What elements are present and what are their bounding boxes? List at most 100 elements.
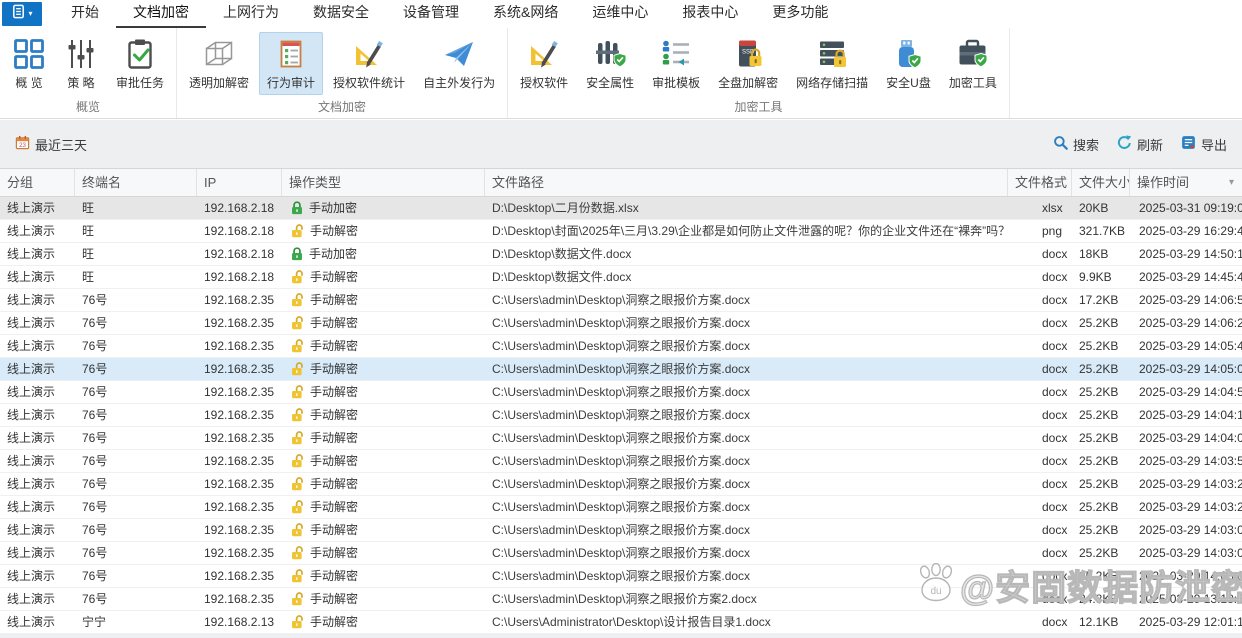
menu-tab-doc-encryption[interactable]: 文档加密 bbox=[116, 0, 206, 28]
table-row[interactable]: 线上演示 76号 192.168.2.35 手动解密 C:\Users\admin\De… bbox=[0, 450, 1242, 473]
table-row[interactable]: 线上演示 76号 192.168.2.35 手动解密 C:\Users\admin\De… bbox=[0, 358, 1242, 381]
column-header-ip[interactable]: IP bbox=[197, 169, 282, 196]
menu-tab-web-behavior[interactable]: 上网行为 bbox=[206, 0, 296, 28]
cell-file-path: D:\Desktop\二月份数据.xlsx bbox=[492, 201, 639, 215]
cell-file-size: 25.2KB bbox=[1079, 546, 1119, 560]
menu-tab-data-security[interactable]: 数据安全 bbox=[296, 0, 386, 28]
cell-op-type: 手动解密 bbox=[282, 335, 485, 357]
cell-op-type: 手动解密 bbox=[282, 404, 485, 426]
ribbon-button-security-attributes[interactable]: 安全属性 bbox=[578, 32, 642, 95]
column-header-file-path[interactable]: 文件路径 bbox=[485, 169, 1008, 196]
table-row[interactable]: 线上演示 76号 192.168.2.35 手动解密 C:\Users\admin\De… bbox=[0, 565, 1242, 588]
ribbon-button-authorized-software-stats[interactable]: 授权软件统计 bbox=[325, 32, 413, 95]
cell-file-size: 12.1KB bbox=[1079, 615, 1119, 629]
cell-ip: 192.168.2.35 bbox=[204, 500, 275, 514]
table-row[interactable]: 线上演示 76号 192.168.2.35 手动解密 C:\Users\admin\De… bbox=[0, 289, 1242, 312]
lock-open-icon bbox=[291, 385, 304, 399]
table-row[interactable]: 线上演示 旺 192.168.2.18 手动加密 D:\Desktop\数据文件.doc… bbox=[0, 243, 1242, 266]
ribbon-button-approval-template[interactable]: 审批模板 bbox=[644, 32, 708, 95]
search-button[interactable]: 搜索 bbox=[1053, 135, 1099, 154]
table-row[interactable]: 线上演示 76号 192.168.2.35 手动解密 C:\Users\admin\De… bbox=[0, 404, 1242, 427]
cell-file-path: C:\Users\admin\Desktop\洞察之眼报价方案.docx bbox=[492, 362, 751, 376]
cell-ip: 192.168.2.18 bbox=[204, 224, 275, 238]
table-row[interactable]: 线上演示 76号 192.168.2.35 手动解密 C:\Users\admin\De… bbox=[0, 473, 1242, 496]
cell-ip: 192.168.2.18 bbox=[204, 270, 275, 284]
cell-file-path: C:\Users\admin\Desktop\洞察之眼报价方案2.docx bbox=[492, 592, 757, 606]
menu-tab-system-network[interactable]: 系统&网络 bbox=[476, 0, 575, 28]
table-row[interactable]: 线上演示 76号 192.168.2.35 手动解密 C:\Users\admin\De… bbox=[0, 496, 1242, 519]
ribbon-button-full-disk-encryption[interactable]: SSD 全盘加解密 bbox=[710, 32, 786, 95]
table-row[interactable]: 线上演示 旺 192.168.2.18 手动解密 D:\Desktop\封面\2025年… bbox=[0, 220, 1242, 243]
cube-icon bbox=[202, 37, 236, 71]
cell-op-type: 手动解密 bbox=[282, 427, 485, 449]
column-header-op-time[interactable]: 操作时间 ▾ bbox=[1130, 169, 1242, 196]
menu-tab-device-management[interactable]: 设备管理 bbox=[386, 0, 476, 28]
ribbon-button-behavior-audit[interactable]: 行为审计 bbox=[259, 32, 324, 95]
ribbon-button-transparent-encryption[interactable]: 透明加解密 bbox=[181, 32, 257, 95]
table-row[interactable]: 线上演示 76号 192.168.2.35 手动解密 C:\Users\admin\De… bbox=[0, 542, 1242, 565]
column-header-group[interactable]: 分组 bbox=[0, 169, 75, 196]
table-row[interactable]: 线上演示 旺 192.168.2.18 手动解密 D:\Desktop\数据文件.doc… bbox=[0, 266, 1242, 289]
cell-file-format: docx bbox=[1042, 270, 1068, 284]
cell-terminal: 76号 bbox=[82, 293, 108, 307]
ribbon-button-authorized-software[interactable]: 授权软件 bbox=[512, 32, 576, 95]
menu-tab-report-center[interactable]: 报表中心 bbox=[665, 0, 755, 28]
date-filter-button[interactable]: 23 最近三天 bbox=[15, 135, 87, 154]
cell-op-type: 手动解密 bbox=[282, 496, 485, 518]
table-row[interactable]: 线上演示 76号 192.168.2.35 手动解密 C:\Users\admin\De… bbox=[0, 588, 1242, 611]
export-button[interactable]: 导出 bbox=[1181, 135, 1227, 154]
menu-tab-home[interactable]: 开始 bbox=[54, 0, 116, 28]
ribbon-group-overview: 概 览 策 略 审批任务 概览 bbox=[0, 28, 178, 118]
ribbon-button-self-outgoing-behavior[interactable]: 自主外发行为 bbox=[415, 32, 503, 95]
table-row[interactable]: 线上演示 旺 192.168.2.18 手动加密 D:\Desktop\二月份数据.xl… bbox=[0, 197, 1242, 220]
cell-op-time: 2025-03-29 14:03:04 bbox=[1139, 546, 1242, 560]
cell-op-type: 手动解密 bbox=[282, 473, 485, 495]
cell-terminal: 旺 bbox=[82, 201, 95, 215]
cell-op-time: 2025-03-29 12:01:14 bbox=[1139, 615, 1242, 629]
ribbon-button-approval-tasks[interactable]: 审批任务 bbox=[108, 32, 172, 95]
ribbon-button-label: 加密工具 bbox=[948, 76, 997, 90]
menu-bar: ▾ 开始 文档加密 上网行为 数据安全 设备管理 系统&网络 运维中心 报表中心 更多功能 bbox=[0, 0, 1242, 28]
refresh-icon bbox=[1117, 135, 1132, 153]
app-logo-button[interactable]: ▾ bbox=[2, 2, 42, 26]
column-header-file-format[interactable]: 文件格式 bbox=[1008, 169, 1072, 196]
cell-file-format: docx bbox=[1042, 454, 1068, 468]
ribbon-button-secure-usb[interactable]: 安全U盘 bbox=[878, 32, 939, 95]
cell-op-type: 手动解密 bbox=[282, 312, 485, 334]
cell-file-size: 17.2KB bbox=[1079, 293, 1119, 307]
cell-terminal: 76号 bbox=[82, 339, 108, 353]
column-header-op-type[interactable]: 操作类型 bbox=[282, 169, 485, 196]
cell-op-time: 2025-03-29 14:04:06 bbox=[1139, 431, 1242, 445]
ribbon-button-network-storage-scan[interactable]: 网络存储扫描 bbox=[788, 32, 876, 95]
menu-tab-more-features[interactable]: 更多功能 bbox=[755, 0, 845, 28]
table-row[interactable]: 线上演示 宁宁 192.168.2.13 手动解密 C:\Users\Administr… bbox=[0, 611, 1242, 634]
table-row[interactable]: 线上演示 76号 192.168.2.35 手动解密 C:\Users\admin\De… bbox=[0, 312, 1242, 335]
table-row[interactable]: 线上演示 76号 192.168.2.35 手动解密 C:\Users\admin\De… bbox=[0, 427, 1242, 450]
refresh-button[interactable]: 刷新 bbox=[1117, 135, 1163, 154]
column-filter-caret-icon[interactable]: ▾ bbox=[1229, 169, 1234, 196]
cell-file-format: docx bbox=[1042, 569, 1068, 583]
export-icon bbox=[1181, 135, 1196, 153]
cell-ip: 192.168.2.18 bbox=[204, 201, 275, 215]
column-header-file-size[interactable]: 文件大小 bbox=[1072, 169, 1130, 196]
ribbon-button-encryption-tools[interactable]: 加密工具 bbox=[941, 32, 1005, 95]
export-label: 导出 bbox=[1200, 137, 1227, 153]
ribbon-button-label: 行为审计 bbox=[267, 76, 316, 90]
table-row[interactable]: 线上演示 76号 192.168.2.35 手动解密 C:\Users\admin\De… bbox=[0, 381, 1242, 404]
column-header-terminal[interactable]: 终端名 bbox=[75, 169, 197, 196]
cell-op-type: 手动解密 bbox=[282, 519, 485, 541]
paper-plane-icon bbox=[442, 37, 476, 71]
cell-group: 线上演示 bbox=[7, 569, 56, 583]
table-row[interactable]: 线上演示 76号 192.168.2.35 手动解密 C:\Users\admin\De… bbox=[0, 335, 1242, 358]
cell-file-path: C:\Users\admin\Desktop\洞察之眼报价方案.docx bbox=[492, 523, 751, 537]
lock-open-icon bbox=[291, 477, 304, 491]
menu-tab-ops-center[interactable]: 运维中心 bbox=[575, 0, 665, 28]
cell-file-format: docx bbox=[1042, 477, 1068, 491]
table-row[interactable]: 线上演示 76号 192.168.2.35 手动解密 C:\Users\admin\De… bbox=[0, 519, 1242, 542]
ribbon-button-overview[interactable]: 概 览 bbox=[4, 32, 54, 95]
policy-sliders-icon bbox=[64, 37, 98, 71]
cell-op-type: 手动解密 bbox=[282, 588, 485, 610]
ribbon-button-policy[interactable]: 策 略 bbox=[56, 32, 106, 95]
server-lock-icon bbox=[815, 37, 849, 71]
cell-group: 线上演示 bbox=[7, 615, 56, 629]
